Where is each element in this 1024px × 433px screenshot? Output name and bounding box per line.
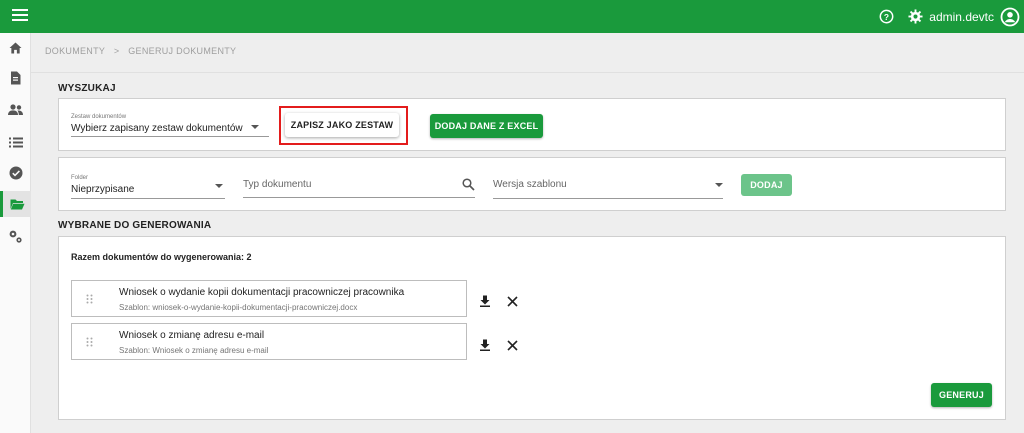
sidebar bbox=[0, 33, 31, 433]
breadcrumb-separator-icon: > bbox=[113, 46, 120, 56]
download-icon[interactable] bbox=[478, 294, 492, 308]
selected-section-title: WYBRANE DO GENEROWANIA bbox=[58, 220, 212, 231]
total-documents-label: Razem dokumentów do wygenerowania: 2 bbox=[71, 252, 252, 262]
gear-icon[interactable] bbox=[908, 9, 923, 24]
generate-button[interactable]: GENERUJ bbox=[931, 383, 992, 407]
template-version-select[interactable]: Wersja szablonu bbox=[493, 175, 723, 199]
breadcrumb-item-generate: GENERUJ DOKUMENTY bbox=[128, 46, 237, 56]
sidebar-item-folders[interactable] bbox=[0, 191, 31, 217]
download-icon[interactable] bbox=[478, 338, 492, 352]
document-set-select[interactable]: Zestaw dokumentów Wybierz zapisany zesta… bbox=[71, 113, 269, 137]
people-icon bbox=[8, 103, 23, 115]
folder-label: Folder bbox=[71, 175, 89, 181]
breadcrumb: DOKUMENTY > GENERUJ DOKUMENTY bbox=[45, 46, 236, 56]
search-section-title: WYSZUKAJ bbox=[58, 83, 116, 94]
help-icon[interactable]: ? bbox=[879, 9, 894, 24]
home-icon bbox=[9, 42, 22, 54]
search-icon[interactable] bbox=[462, 178, 475, 194]
sidebar-item-home[interactable] bbox=[0, 35, 31, 61]
user-account-icon[interactable] bbox=[1000, 7, 1020, 27]
document-item[interactable]: Wniosek o wydanie kopii dokumentacji pra… bbox=[71, 280, 467, 317]
username[interactable]: admin.devtc bbox=[929, 10, 994, 24]
document-template: Szablon: wniosek-o-wydanie-kopii-dokumen… bbox=[119, 303, 358, 312]
settings-cogs-icon bbox=[9, 230, 22, 243]
folder-open-icon bbox=[10, 199, 24, 210]
folder-select[interactable]: Folder Nieprzypisane bbox=[71, 175, 225, 199]
svg-text:?: ? bbox=[884, 12, 889, 22]
document-template: Szablon: Wniosek o zmianę adresu e-mail bbox=[119, 346, 269, 355]
drag-handle-icon[interactable] bbox=[86, 294, 93, 304]
document-type-input[interactable]: Typ dokumentu bbox=[243, 176, 475, 198]
document-icon bbox=[11, 71, 21, 85]
add-excel-data-button[interactable]: DODAJ DANE Z EXCEL bbox=[430, 114, 543, 138]
check-circle-icon bbox=[9, 166, 22, 180]
document-type-placeholder: Typ dokumentu bbox=[243, 179, 312, 190]
breadcrumb-item-documents[interactable]: DOKUMENTY bbox=[45, 46, 105, 56]
chevron-down-icon bbox=[215, 184, 223, 188]
sidebar-item-settings[interactable] bbox=[0, 223, 31, 249]
close-icon[interactable] bbox=[505, 338, 519, 352]
chevron-down-icon bbox=[715, 183, 723, 187]
top-bar-actions: ? admin.devtc bbox=[879, 0, 1020, 33]
close-icon[interactable] bbox=[505, 294, 519, 308]
highlight-annotation bbox=[279, 106, 408, 145]
document-title: Wniosek o wydanie kopii dokumentacji pra… bbox=[119, 287, 405, 298]
document-set-value: Wybierz zapisany zestaw dokumentów bbox=[71, 123, 243, 134]
document-title: Wniosek o zmianę adresu e-mail bbox=[119, 330, 265, 341]
sidebar-item-people[interactable] bbox=[0, 96, 31, 122]
add-button[interactable]: DODAJ bbox=[741, 174, 792, 196]
document-item[interactable]: Wniosek o zmianę adresu e-mail Szablon: … bbox=[71, 323, 467, 360]
drag-handle-icon[interactable] bbox=[86, 337, 93, 347]
menu-icon[interactable] bbox=[12, 9, 28, 23]
template-version-placeholder: Wersja szablonu bbox=[493, 179, 567, 190]
sidebar-item-list[interactable] bbox=[0, 129, 31, 155]
breadcrumb-divider bbox=[31, 72, 1024, 73]
top-app-bar: ? admin.devtc bbox=[0, 0, 1024, 33]
folder-value: Nieprzypisane bbox=[71, 184, 135, 195]
list-icon bbox=[8, 137, 23, 147]
sidebar-item-completed[interactable] bbox=[0, 160, 31, 186]
chevron-down-icon bbox=[251, 125, 259, 129]
sidebar-item-documents[interactable] bbox=[0, 65, 31, 91]
document-set-label: Zestaw dokumentów bbox=[71, 114, 127, 120]
